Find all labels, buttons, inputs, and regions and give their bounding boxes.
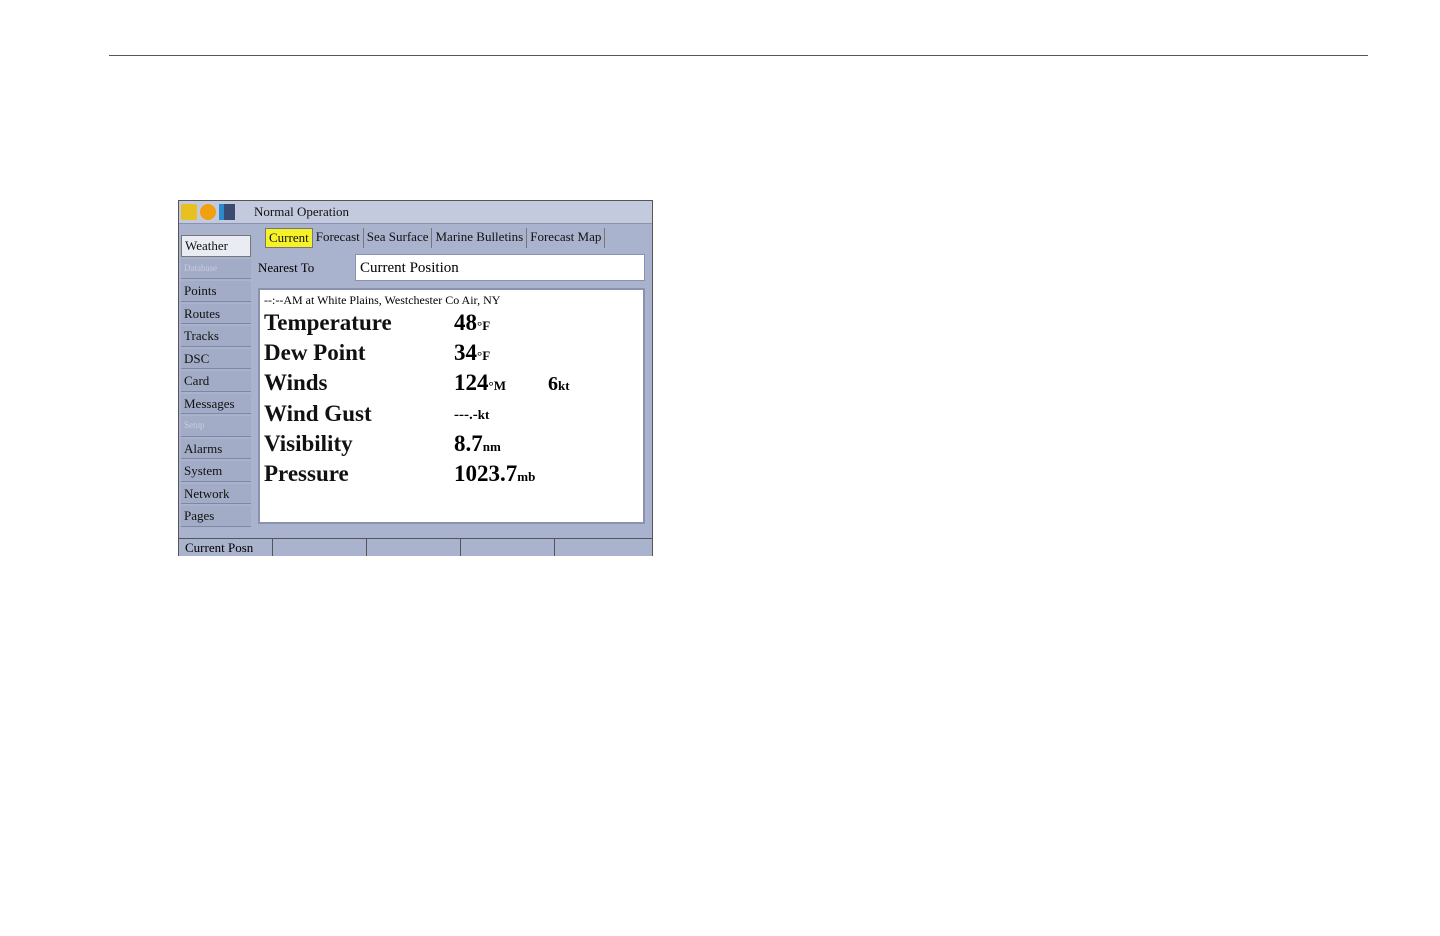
row-label: Pressure (264, 461, 349, 486)
sidebar-item-database: Database (181, 258, 251, 279)
sun-icon (200, 204, 216, 220)
softkey-bar: Current Posn (179, 538, 652, 556)
softkey-3[interactable] (367, 539, 461, 556)
sidebar-item-tracks[interactable]: Tracks (181, 326, 251, 347)
softkey-5[interactable] (555, 539, 649, 556)
sidebar-item-dsc[interactable]: DSC (181, 348, 251, 369)
tab-forecast[interactable]: Forecast (313, 228, 364, 248)
wind-gust-value: ---.-kt (454, 407, 490, 423)
window-title: Normal Operation (254, 204, 349, 219)
sidebar-item-points[interactable]: Points (181, 281, 251, 302)
gps-icon (181, 204, 197, 220)
sidebar-item-alarms[interactable]: Alarms (181, 438, 251, 459)
row-label: Visibility (264, 431, 353, 456)
sidebar: Weather Database Points Routes Tracks DS… (181, 235, 251, 529)
title-bar: Normal Operation (179, 201, 652, 224)
dew-point-value: 34°F (454, 340, 491, 365)
tab-bar: Current Forecast Sea Surface Marine Bull… (265, 228, 606, 248)
tab-current[interactable]: Current (265, 228, 313, 248)
nearest-to-label: Nearest To (258, 260, 315, 275)
weather-report: --:--AM at White Plains, Westchester Co … (258, 288, 645, 524)
nearest-to-field[interactable]: Current Position (355, 254, 645, 281)
tab-sea-surface[interactable]: Sea Surface (364, 228, 433, 248)
sidebar-item-weather[interactable]: Weather (181, 235, 251, 257)
row-label: Temperature (264, 310, 392, 335)
pressure-value: 1023.7mb (454, 461, 536, 486)
network-icon (219, 204, 235, 220)
sidebar-item-messages[interactable]: Messages (181, 393, 251, 414)
temperature-value: 48°F (454, 310, 491, 335)
softkey-current-posn[interactable]: Current Posn (179, 539, 273, 556)
row-label: Wind Gust (264, 401, 372, 426)
sidebar-item-network[interactable]: Network (181, 483, 251, 504)
report-header: --:--AM at White Plains, Westchester Co … (264, 293, 501, 307)
sidebar-item-setup: Setup (181, 416, 251, 437)
tab-forecast-map[interactable]: Forecast Map (527, 228, 606, 248)
row-label: Dew Point (264, 340, 366, 365)
sidebar-item-pages[interactable]: Pages (181, 506, 251, 527)
winds-value: 124°M (454, 370, 506, 395)
softkey-4[interactable] (461, 539, 555, 556)
softkey-2[interactable] (273, 539, 367, 556)
sidebar-item-routes[interactable]: Routes (181, 303, 251, 324)
sidebar-item-system[interactable]: System (181, 461, 251, 482)
row-label: Winds (264, 370, 328, 395)
device-screen: Normal Operation Weather Database Points… (178, 200, 653, 556)
wind-speed-value: 6kt (548, 373, 570, 395)
page-rule (109, 55, 1368, 56)
visibility-value: 8.7nm (454, 431, 501, 456)
sidebar-item-card[interactable]: Card (181, 371, 251, 392)
tab-marine-bulletins[interactable]: Marine Bulletins (432, 228, 528, 248)
